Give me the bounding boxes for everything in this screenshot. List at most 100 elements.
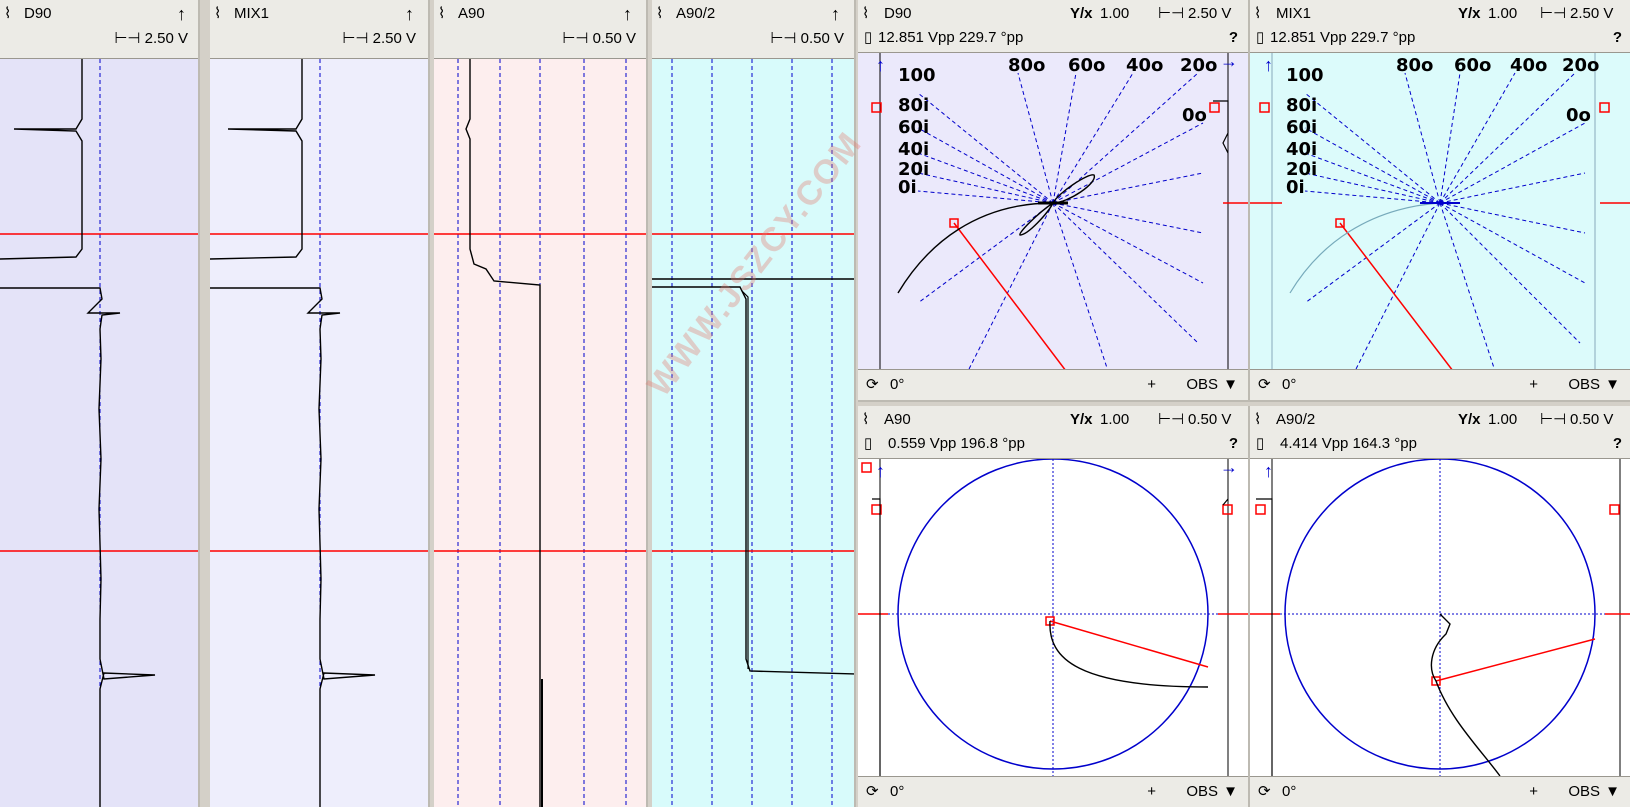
range-value[interactable]: 0.50 V [1188,408,1231,432]
ratio-icon: Y/x [1458,411,1481,428]
up-arrow-icon[interactable]: ↑ [1264,55,1273,75]
lissajous-footer: ⟳ 0° + OBS ▼ [858,369,1248,400]
channel-name: D90 [24,5,52,22]
up-arrow-icon[interactable]: ↑ [177,2,186,26]
help-icon[interactable]: ? [1229,432,1238,456]
span-icon: ⊢⊣ [342,30,373,47]
span-icon: ⊢⊣ [562,30,593,47]
rotate-icon[interactable]: ⟳ [866,370,879,400]
measure-icon: ▯ [864,29,873,46]
right-arrow-icon[interactable]: → [1220,53,1238,71]
help-icon[interactable]: ? [1613,26,1622,50]
rotation-value[interactable]: 0° [1282,777,1296,807]
lissajous-footer: ⟳ 0° + OBS ▼ [1250,776,1630,807]
lissajous-plot[interactable]: ↑ → 100 80i 60i 40i 20i 0i 80o 60o 40o 2… [858,53,1248,371]
strip-header: ⌇ D90 ↑ ⊢⊣ 2.50 V [0,0,198,59]
up-arrow-icon[interactable]: ↑ [876,461,885,481]
lissajous-footer: ⟳ 0° + OBS ▼ [858,776,1248,807]
lissajous-pane-a90-2[interactable]: ⌇ A90/2 Y/x 1.00 ⊢⊣ 0.50 V ▯ 4.414 Vpp 1… [1250,406,1630,807]
scope-icon: ⌇ [862,411,870,428]
plus-icon[interactable]: + [1529,370,1538,400]
plus-icon[interactable]: + [1147,370,1156,400]
help-icon[interactable]: ? [1613,432,1622,456]
rotate-icon[interactable]: ⟳ [866,777,879,807]
lissajous-plot[interactable]: ↑ [1250,459,1630,776]
angle-label: 60o [1454,55,1491,76]
lissajous-pane-d90[interactable]: ⌇ D90 Y/x 1.00 ⊢⊣ 2.50 V ▯ 12.851 Vpp 22… [858,0,1250,402]
angle-label: 0o [1182,105,1207,126]
channel-name: A90/2 [1276,411,1316,428]
range-value[interactable]: 0.50 V [1570,408,1613,432]
ratio-value[interactable]: 1.00 [1100,2,1129,26]
strip-plot[interactable] [0,59,198,807]
dropdown-icon[interactable]: ▼ [1223,777,1238,807]
obs-label[interactable]: OBS [1568,777,1600,807]
ratio-value[interactable]: 1.00 [1488,408,1517,432]
strip-pane-d90[interactable]: ⌇ D90 ↑ ⊢⊣ 2.50 V [0,0,200,807]
span-icon: ⊢⊣ [1540,5,1567,22]
lissajous-pane-a90[interactable]: ⌇ A90 Y/x 1.00 ⊢⊣ 0.50 V ▯ 0.559 Vpp 196… [858,406,1250,807]
angle-label: 80o [1008,55,1045,76]
range-value[interactable]: ⊢⊣ 0.50 V [562,27,636,51]
rotation-value[interactable]: 0° [1282,370,1296,400]
scope-icon: ⌇ [438,5,446,22]
strip-pane-mix1[interactable]: ⌇ MIX1 ↑ ⊢⊣ 2.50 V [210,0,430,807]
scope-icon: ⌇ [4,5,12,22]
span-icon: ⊢⊣ [1158,5,1185,22]
span-icon: ⊢⊣ [1540,411,1567,428]
strip-plot[interactable] [434,59,646,807]
obs-label[interactable]: OBS [1186,370,1218,400]
range-value[interactable]: ⊢⊣ 2.50 V [342,27,416,51]
ratio-icon: Y/x [1458,5,1481,22]
measurement: 12.851 Vpp 229.7 °pp [1270,29,1416,46]
range-value[interactable]: 2.50 V [1570,2,1613,26]
up-arrow-icon[interactable]: ↑ [831,2,840,26]
plus-icon[interactable]: + [1147,777,1156,807]
angle-label: 100 [898,65,936,86]
angle-label: 80i [1286,95,1317,116]
strip-pane-a90[interactable]: ⌇ A90 ↑ ⊢⊣ 0.50 V [434,0,648,807]
measurement: 0.559 Vpp 196.8 °pp [888,435,1025,452]
dropdown-icon[interactable]: ▼ [1223,370,1238,400]
measurement: 4.414 Vpp 164.3 °pp [1280,435,1417,452]
range-value[interactable]: 2.50 V [1188,2,1231,26]
angle-label: 40o [1126,55,1163,76]
ratio-value[interactable]: 1.00 [1100,408,1129,432]
rotate-icon[interactable]: ⟳ [1258,370,1271,400]
lissajous-header: ⌇ D90 Y/x 1.00 ⊢⊣ 2.50 V ▯ 12.851 Vpp 22… [858,0,1248,53]
rotate-icon[interactable]: ⟳ [1258,777,1271,807]
obs-label[interactable]: OBS [1568,370,1600,400]
range-value[interactable]: ⊢⊣ 0.50 V [770,27,844,51]
lissajous-pane-mix1[interactable]: ⌇ MIX1 Y/x 1.00 ⊢⊣ 2.50 V ▯ 12.851 Vpp 2… [1250,0,1630,402]
right-arrow-icon[interactable]: → [1220,459,1238,477]
scope-icon: ⌇ [1254,5,1262,22]
strip-plot[interactable] [652,59,854,807]
lissajous-plot[interactable]: ↑ 100 80i 60i 40i 20i 0i 80o 60o 40o 20o… [1250,53,1630,371]
plus-icon[interactable]: + [1529,777,1538,807]
strip-header: ⌇ A90 ↑ ⊢⊣ 0.50 V [434,0,646,59]
angle-label: 80o [1396,55,1433,76]
help-icon[interactable]: ? [1229,26,1238,50]
angle-label: 60o [1068,55,1105,76]
span-icon: ⊢⊣ [770,30,801,47]
range-value[interactable]: ⊢⊣ 2.50 V [114,27,188,51]
channel-name: MIX1 [234,5,270,22]
angle-label: 0i [898,177,917,198]
obs-label[interactable]: OBS [1186,777,1218,807]
dropdown-icon[interactable]: ▼ [1605,370,1620,400]
ratio-value[interactable]: 1.00 [1488,2,1517,26]
lissajous-plot[interactable]: ↑ → [858,459,1248,776]
up-arrow-icon[interactable]: ↑ [876,55,885,75]
up-arrow-icon[interactable]: ↑ [623,2,632,26]
dropdown-icon[interactable]: ▼ [1605,777,1620,807]
ratio-icon: Y/x [1070,411,1093,428]
span-icon: ⊢⊣ [1158,411,1185,428]
rotation-value[interactable]: 0° [890,370,904,400]
strip-pane-a90-2[interactable]: ⌇ A90/2 ↑ ⊢⊣ 0.50 V [652,0,856,807]
up-arrow-icon[interactable]: ↑ [405,2,414,26]
scope-icon: ⌇ [862,5,870,22]
rotation-value[interactable]: 0° [890,777,904,807]
strip-plot[interactable] [210,59,428,807]
up-arrow-icon[interactable]: ↑ [1264,461,1273,481]
scope-icon: ⌇ [214,5,222,22]
